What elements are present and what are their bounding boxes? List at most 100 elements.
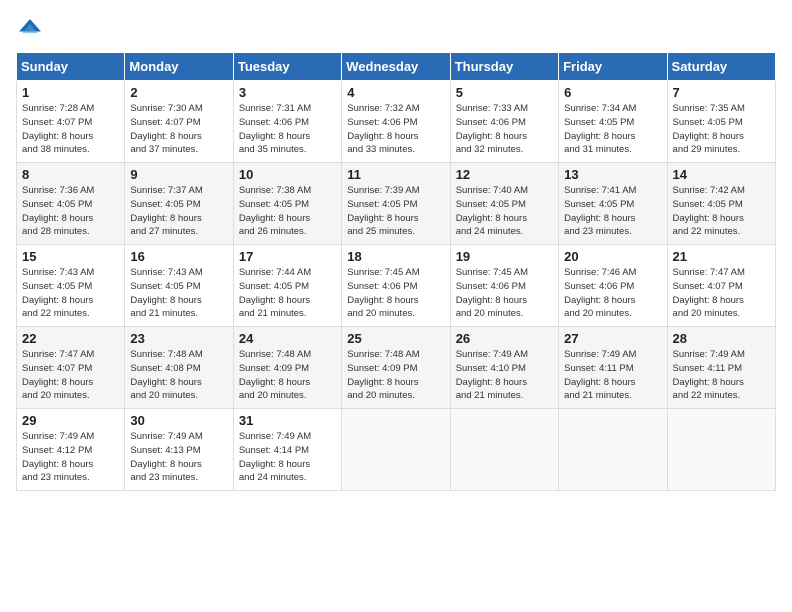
calendar-cell-w2-d3: 10Sunrise: 7:38 AMSunset: 4:05 PMDayligh… bbox=[233, 163, 341, 245]
calendar-cell-w4-d3: 24 Sunrise: 7:48 AMSunset: 4:09 PMDayligh… bbox=[233, 327, 341, 409]
day-number: 22 bbox=[22, 331, 119, 346]
day-info: Sunrise: 7:46 AMSunset: 4:06 PMDaylight:… bbox=[564, 266, 661, 321]
day-info: Sunrise: 7:43 AMSunset: 4:05 PMDaylight:… bbox=[22, 266, 119, 321]
calendar-cell-w4-d6: 27Sunrise: 7:49 AMSunset: 4:11 PMDayligh… bbox=[559, 327, 667, 409]
logo bbox=[16, 16, 48, 44]
calendar-cell-w3-d2: 16 Sunrise: 7:43 AMSunset: 4:05 PMDayligh… bbox=[125, 245, 233, 327]
calendar-cell-w2-d6: 13Sunrise: 7:41 AMSunset: 4:05 PMDayligh… bbox=[559, 163, 667, 245]
day-info: Sunrise: 7:45 AMSunset: 4:06 PMDaylight:… bbox=[456, 266, 553, 321]
day-number: 29 bbox=[22, 413, 119, 428]
calendar-cell-w4-d4: 25 Sunrise: 7:48 AMSunset: 4:09 PMDayligh… bbox=[342, 327, 450, 409]
calendar-cell-w5-d1: 29 Sunrise: 7:49 AMSunset: 4:12 PMDayligh… bbox=[17, 409, 125, 491]
calendar-cell-w4-d1: 22 Sunrise: 7:47 AMSunset: 4:07 PMDayligh… bbox=[17, 327, 125, 409]
page-header bbox=[16, 16, 776, 44]
week-row-4: 22 Sunrise: 7:47 AMSunset: 4:07 PMDayligh… bbox=[17, 327, 776, 409]
day-info: Sunrise: 7:47 AMSunset: 4:07 PMDaylight:… bbox=[673, 266, 770, 321]
day-number: 17 bbox=[239, 249, 336, 264]
calendar-cell-w2-d2: 9Sunrise: 7:37 AMSunset: 4:05 PMDaylight… bbox=[125, 163, 233, 245]
day-info: Sunrise: 7:37 AMSunset: 4:05 PMDaylight:… bbox=[130, 184, 227, 239]
day-info: Sunrise: 7:47 AMSunset: 4:07 PMDaylight:… bbox=[22, 348, 119, 403]
day-number: 1 bbox=[22, 85, 119, 100]
weekday-header-row: SundayMondayTuesdayWednesdayThursdayFrid… bbox=[17, 53, 776, 81]
day-info: Sunrise: 7:48 AMSunset: 4:09 PMDaylight:… bbox=[239, 348, 336, 403]
calendar-cell-w1-d1: 1 Sunrise: 7:28 AMSunset: 4:07 PMDaylight… bbox=[17, 81, 125, 163]
day-number: 14 bbox=[673, 167, 770, 182]
day-info: Sunrise: 7:48 AMSunset: 4:09 PMDaylight:… bbox=[347, 348, 444, 403]
calendar-cell-w1-d6: 6 Sunrise: 7:34 AMSunset: 4:05 PMDaylight… bbox=[559, 81, 667, 163]
calendar-cell-w1-d3: 3Sunrise: 7:31 AMSunset: 4:06 PMDaylight… bbox=[233, 81, 341, 163]
day-info: Sunrise: 7:49 AMSunset: 4:13 PMDaylight:… bbox=[130, 430, 227, 485]
day-info: Sunrise: 7:28 AMSunset: 4:07 PMDaylight:… bbox=[22, 102, 119, 157]
calendar-cell-w5-d6 bbox=[559, 409, 667, 491]
day-info: Sunrise: 7:49 AMSunset: 4:14 PMDaylight:… bbox=[239, 430, 336, 485]
weekday-header-sunday: Sunday bbox=[17, 53, 125, 81]
day-number: 7 bbox=[673, 85, 770, 100]
day-number: 27 bbox=[564, 331, 661, 346]
day-number: 8 bbox=[22, 167, 119, 182]
calendar-cell-w5-d4 bbox=[342, 409, 450, 491]
day-info: Sunrise: 7:49 AMSunset: 4:12 PMDaylight:… bbox=[22, 430, 119, 485]
calendar-cell-w4-d7: 28 Sunrise: 7:49 AMSunset: 4:11 PMDayligh… bbox=[667, 327, 775, 409]
calendar-cell-w1-d2: 2 Sunrise: 7:30 AMSunset: 4:07 PMDaylight… bbox=[125, 81, 233, 163]
calendar-cell-w5-d7 bbox=[667, 409, 775, 491]
weekday-header-thursday: Thursday bbox=[450, 53, 558, 81]
day-info: Sunrise: 7:32 AMSunset: 4:06 PMDaylight:… bbox=[347, 102, 444, 157]
day-info: Sunrise: 7:41 AMSunset: 4:05 PMDaylight:… bbox=[564, 184, 661, 239]
day-number: 23 bbox=[130, 331, 227, 346]
day-number: 15 bbox=[22, 249, 119, 264]
calendar-cell-w5-d5 bbox=[450, 409, 558, 491]
day-number: 20 bbox=[564, 249, 661, 264]
day-number: 19 bbox=[456, 249, 553, 264]
day-number: 2 bbox=[130, 85, 227, 100]
day-info: Sunrise: 7:42 AMSunset: 4:05 PMDaylight:… bbox=[673, 184, 770, 239]
calendar-cell-w1-d7: 7 Sunrise: 7:35 AMSunset: 4:05 PMDaylight… bbox=[667, 81, 775, 163]
day-number: 6 bbox=[564, 85, 661, 100]
day-number: 18 bbox=[347, 249, 444, 264]
day-info: Sunrise: 7:49 AMSunset: 4:10 PMDaylight:… bbox=[456, 348, 553, 403]
day-number: 28 bbox=[673, 331, 770, 346]
day-info: Sunrise: 7:40 AMSunset: 4:05 PMDaylight:… bbox=[456, 184, 553, 239]
calendar-cell-w4-d5: 26 Sunrise: 7:49 AMSunset: 4:10 PMDayligh… bbox=[450, 327, 558, 409]
day-info: Sunrise: 7:36 AMSunset: 4:05 PMDaylight:… bbox=[22, 184, 119, 239]
day-info: Sunrise: 7:34 AMSunset: 4:05 PMDaylight:… bbox=[564, 102, 661, 157]
day-number: 12 bbox=[456, 167, 553, 182]
day-info: Sunrise: 7:43 AMSunset: 4:05 PMDaylight:… bbox=[130, 266, 227, 321]
day-number: 11 bbox=[347, 167, 444, 182]
calendar-cell-w2-d7: 14 Sunrise: 7:42 AMSunset: 4:05 PMDayligh… bbox=[667, 163, 775, 245]
weekday-header-friday: Friday bbox=[559, 53, 667, 81]
day-info: Sunrise: 7:30 AMSunset: 4:07 PMDaylight:… bbox=[130, 102, 227, 157]
calendar-cell-w3-d5: 19 Sunrise: 7:45 AMSunset: 4:06 PMDayligh… bbox=[450, 245, 558, 327]
weekday-header-saturday: Saturday bbox=[667, 53, 775, 81]
calendar-cell-w5-d3: 31Sunrise: 7:49 AMSunset: 4:14 PMDayligh… bbox=[233, 409, 341, 491]
weekday-header-tuesday: Tuesday bbox=[233, 53, 341, 81]
day-number: 30 bbox=[130, 413, 227, 428]
day-info: Sunrise: 7:49 AMSunset: 4:11 PMDaylight:… bbox=[673, 348, 770, 403]
day-number: 25 bbox=[347, 331, 444, 346]
week-row-1: 1 Sunrise: 7:28 AMSunset: 4:07 PMDaylight… bbox=[17, 81, 776, 163]
week-row-3: 15 Sunrise: 7:43 AMSunset: 4:05 PMDayligh… bbox=[17, 245, 776, 327]
calendar-cell-w3-d6: 20 Sunrise: 7:46 AMSunset: 4:06 PMDayligh… bbox=[559, 245, 667, 327]
day-info: Sunrise: 7:44 AMSunset: 4:05 PMDaylight:… bbox=[239, 266, 336, 321]
calendar-cell-w3-d4: 18Sunrise: 7:45 AMSunset: 4:06 PMDayligh… bbox=[342, 245, 450, 327]
logo-icon bbox=[16, 16, 44, 44]
day-number: 26 bbox=[456, 331, 553, 346]
weekday-header-wednesday: Wednesday bbox=[342, 53, 450, 81]
day-number: 5 bbox=[456, 85, 553, 100]
calendar-cell-w3-d3: 17 Sunrise: 7:44 AMSunset: 4:05 PMDayligh… bbox=[233, 245, 341, 327]
calendar-cell-w2-d1: 8 Sunrise: 7:36 AMSunset: 4:05 PMDaylight… bbox=[17, 163, 125, 245]
calendar-cell-w2-d4: 11Sunrise: 7:39 AMSunset: 4:05 PMDayligh… bbox=[342, 163, 450, 245]
day-info: Sunrise: 7:38 AMSunset: 4:05 PMDaylight:… bbox=[239, 184, 336, 239]
day-number: 21 bbox=[673, 249, 770, 264]
day-number: 24 bbox=[239, 331, 336, 346]
week-row-2: 8 Sunrise: 7:36 AMSunset: 4:05 PMDaylight… bbox=[17, 163, 776, 245]
calendar-table: SundayMondayTuesdayWednesdayThursdayFrid… bbox=[16, 52, 776, 491]
day-number: 16 bbox=[130, 249, 227, 264]
calendar-cell-w3-d7: 21 Sunrise: 7:47 AMSunset: 4:07 PMDayligh… bbox=[667, 245, 775, 327]
day-info: Sunrise: 7:48 AMSunset: 4:08 PMDaylight:… bbox=[130, 348, 227, 403]
calendar-cell-w5-d2: 30 Sunrise: 7:49 AMSunset: 4:13 PMDayligh… bbox=[125, 409, 233, 491]
day-info: Sunrise: 7:33 AMSunset: 4:06 PMDaylight:… bbox=[456, 102, 553, 157]
day-info: Sunrise: 7:35 AMSunset: 4:05 PMDaylight:… bbox=[673, 102, 770, 157]
day-info: Sunrise: 7:31 AMSunset: 4:06 PMDaylight:… bbox=[239, 102, 336, 157]
calendar-body: 1 Sunrise: 7:28 AMSunset: 4:07 PMDaylight… bbox=[17, 81, 776, 491]
calendar-cell-w3-d1: 15 Sunrise: 7:43 AMSunset: 4:05 PMDayligh… bbox=[17, 245, 125, 327]
